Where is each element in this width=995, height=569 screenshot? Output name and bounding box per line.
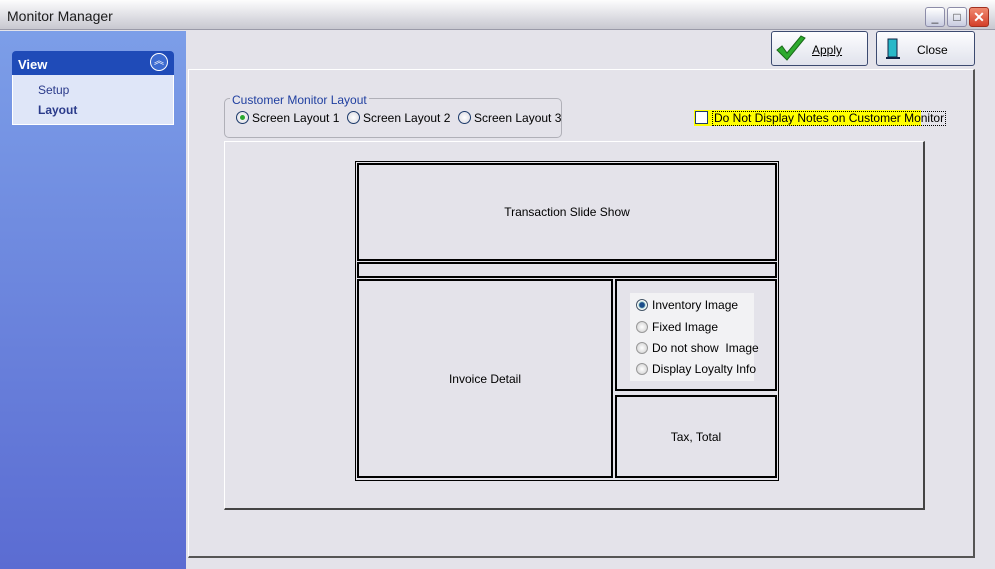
radio-label: Fixed Image [652, 320, 719, 334]
group-label: Customer Monitor Layout [230, 93, 369, 107]
close-window-button[interactable]: ✕ [969, 7, 989, 27]
close-button[interactable]: Close [876, 31, 975, 66]
radio-label: Display Loyalty Info [652, 362, 757, 376]
collapse-chevron-icon[interactable]: ︽ [150, 53, 168, 71]
view-section-body [12, 75, 174, 125]
radio-label: Screen Layout 2 [363, 111, 451, 125]
apply-button[interactable]: Apply [771, 31, 868, 66]
close-label: Close [917, 43, 948, 57]
notes-checkbox-label[interactable]: Do Not Display Notes on Customer Monitor [712, 111, 947, 126]
radio-label: Inventory Image [652, 298, 739, 312]
door-icon [886, 38, 900, 59]
radio-label: Screen Layout 3 [474, 111, 562, 125]
minimize-button[interactable]: _ [925, 7, 945, 27]
radio-display-loyalty-info[interactable] [636, 363, 648, 375]
transaction-slide-show-area: Transaction Slide Show [357, 163, 777, 261]
title-bar [0, 0, 995, 30]
radio-do-not-show-image[interactable] [636, 342, 648, 354]
do-not-display-notes-checkbox[interactable] [695, 111, 708, 124]
window-title: Monitor Manager [7, 8, 113, 24]
checkmark-icon [776, 35, 806, 61]
radio-label: Do not show Image [652, 341, 759, 355]
radio-screen-layout-1[interactable] [236, 111, 249, 124]
radio-fixed-image[interactable] [636, 321, 648, 333]
sidebar-item-setup[interactable]: Setup [38, 83, 69, 97]
radio-label: Screen Layout 1 [252, 111, 340, 125]
sidebar-item-layout[interactable]: Layout [38, 103, 77, 117]
tax-total-area: Tax, Total [615, 395, 777, 478]
apply-label: Apply [812, 43, 843, 57]
radio-inventory-image[interactable] [636, 299, 648, 311]
invoice-detail-area: Invoice Detail [357, 279, 613, 478]
radio-screen-layout-2[interactable] [347, 111, 360, 124]
radio-screen-layout-3[interactable] [458, 111, 471, 124]
maximize-button[interactable]: □ [947, 7, 967, 27]
strip-area [357, 262, 777, 278]
